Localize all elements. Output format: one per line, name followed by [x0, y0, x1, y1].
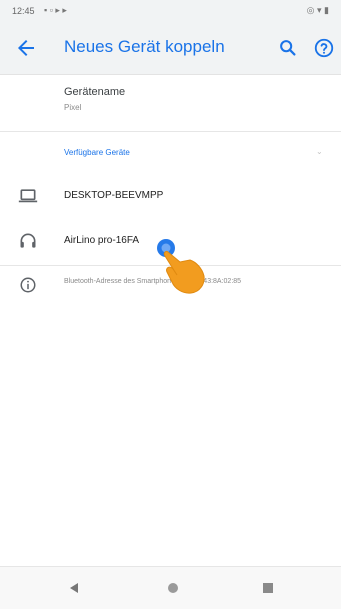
help-icon — [314, 38, 334, 58]
status-bar: 12:45 ▪ ▫ ▸ ▸ ◎ ▾ ▮ — [0, 0, 341, 22]
nav-home-icon[interactable] — [166, 581, 180, 595]
available-devices-header: Verfügbare Geräte — [64, 148, 130, 157]
tap-hand-icon — [157, 239, 205, 294]
search-button[interactable] — [277, 37, 299, 59]
device-name-label: Gerätename — [64, 86, 126, 98]
device-name-setting[interactable]: Gerätename Pixel — [0, 74, 341, 126]
app-bar: Neues Gerät koppeln — [0, 22, 341, 75]
arrow-back-icon — [18, 40, 34, 56]
notification-icons: ▪ ▫ ▸ ▸ — [44, 5, 67, 15]
system-nav-bar — [0, 566, 341, 609]
laptop-icon — [18, 189, 38, 203]
search-icon — [280, 40, 296, 56]
nav-recent-icon[interactable] — [262, 582, 274, 594]
divider — [0, 131, 341, 132]
back-button[interactable] — [14, 36, 38, 60]
headphones-icon — [20, 233, 36, 248]
nav-back-icon[interactable] — [67, 581, 81, 595]
status-time: 12:45 — [12, 6, 35, 16]
device-label: DESKTOP-BEEVMPP — [64, 190, 164, 201]
device-item-desktop[interactable]: DESKTOP-BEEVMPP — [0, 176, 341, 216]
device-name-value: Pixel — [64, 103, 82, 112]
info-icon — [20, 277, 36, 293]
chevron-down-icon: ⌄ — [316, 147, 323, 156]
page-title: Neues Gerät koppeln — [64, 37, 225, 56]
device-label: AirLino pro-16FA — [64, 235, 140, 246]
system-status-icons: ◎ ▾ ▮ — [306, 5, 329, 15]
help-button[interactable] — [313, 37, 335, 59]
